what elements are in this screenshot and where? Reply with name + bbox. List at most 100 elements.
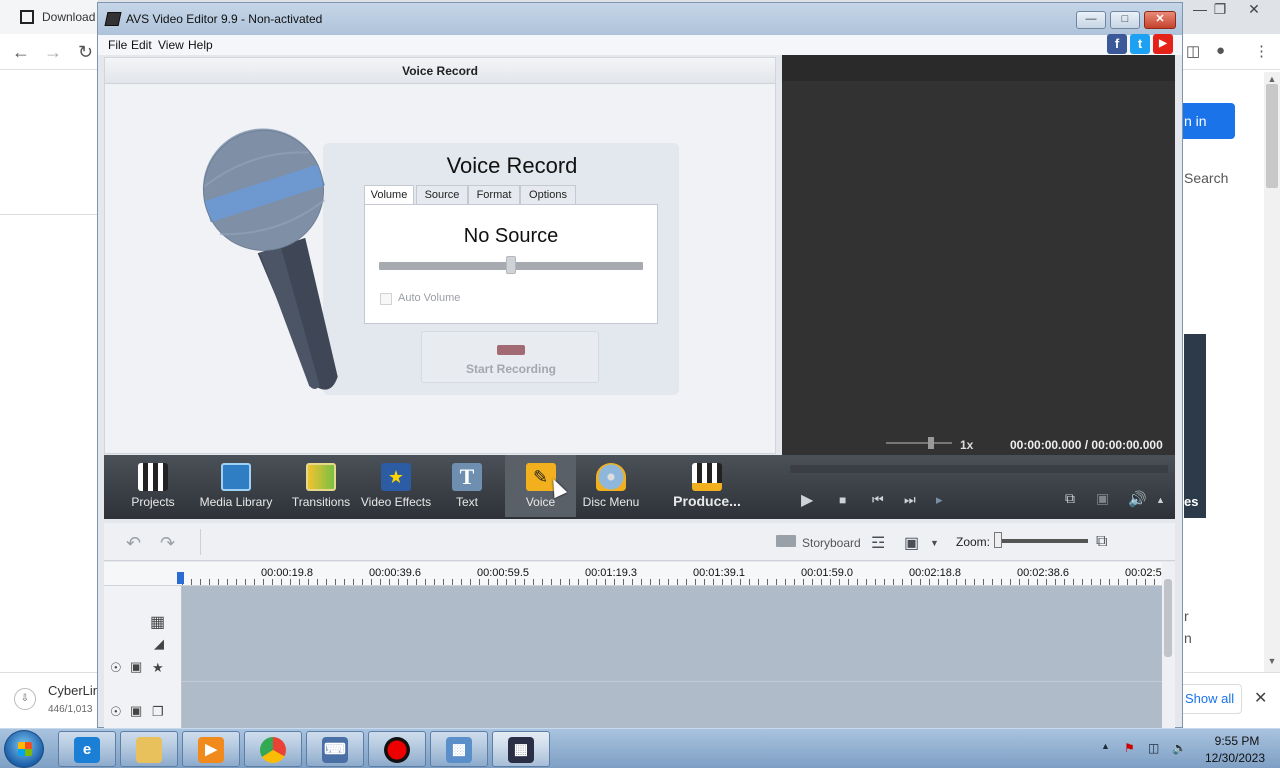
- storyboard-toggle[interactable]: Storyboard: [802, 536, 861, 550]
- audio-mixer-icon[interactable]: ☲: [871, 533, 885, 553]
- eye-icon[interactable]: ☉: [110, 704, 122, 720]
- play-icon[interactable]: ▶: [801, 490, 813, 510]
- scroll-down-icon[interactable]: ▼: [1264, 656, 1280, 666]
- stop-icon[interactable]: ■: [839, 493, 846, 507]
- menu-view[interactable]: View: [158, 38, 184, 52]
- next-frame-icon[interactable]: ⏭: [904, 492, 916, 508]
- menu-file[interactable]: File: [108, 38, 127, 52]
- chrome-icon: [260, 737, 286, 763]
- tab-source[interactable]: Source: [416, 185, 468, 205]
- forward-arrow-icon[interactable]: →: [44, 42, 62, 63]
- browser-scroll-thumb[interactable]: [1266, 84, 1278, 188]
- module-media-library[interactable]: Media Library: [198, 455, 274, 517]
- timeline-ruler[interactable]: 00:00:19.8 00:00:39.6 00:00:59.5 00:01:1…: [104, 562, 1162, 586]
- tray-expand-icon[interactable]: ▲: [1101, 741, 1110, 751]
- tab-options[interactable]: Options: [520, 185, 576, 205]
- module-text[interactable]: T Text: [440, 455, 494, 517]
- track-area[interactable]: [182, 586, 1162, 729]
- browser-restore-icon[interactable]: ❐: [1204, 0, 1236, 20]
- taskbar-media-player[interactable]: ▶: [182, 731, 240, 767]
- module-video-effects[interactable]: ★ Video Effects: [356, 455, 436, 517]
- taskbar-control-panel[interactable]: ▩: [430, 731, 488, 767]
- lock-icon[interactable]: ▣: [130, 703, 142, 719]
- expand-up-icon[interactable]: ▲: [1156, 495, 1165, 505]
- browser-close-icon[interactable]: ✕: [1238, 0, 1270, 20]
- download-name[interactable]: CyberLin: [48, 683, 100, 698]
- track-headers: ▦ ◢ ☉ ▣ ★ ☉ ▣ ❐: [104, 586, 182, 729]
- download-file-icon[interactable]: ⇩: [14, 688, 36, 710]
- volume-slider-thumb[interactable]: [506, 256, 516, 274]
- taskbar-keyboard[interactable]: ⌨: [306, 731, 364, 767]
- taskbar-chrome[interactable]: [244, 731, 302, 767]
- eye-icon[interactable]: ☉: [110, 660, 122, 676]
- chevron-down-icon[interactable]: ▼: [930, 538, 939, 548]
- auto-volume-checkbox[interactable]: [380, 293, 392, 305]
- module-voice[interactable]: ✎ Voice: [505, 455, 576, 517]
- title-bar[interactable]: AVS Video Editor 9.9 - Non-activated — □…: [98, 3, 1182, 35]
- tray-network-icon[interactable]: ◫: [1148, 741, 1159, 755]
- timeline-toolbar: ↶ ↷ Storyboard ☲ ▣ ▼ Zoom: ⧉: [104, 523, 1175, 561]
- redo-icon[interactable]: ↷: [160, 533, 175, 554]
- text-fragment: r: [1184, 608, 1189, 624]
- taskbar-avs-video-editor[interactable]: ▦: [492, 731, 550, 767]
- previous-frame-icon[interactable]: ⏮: [872, 492, 884, 508]
- timeline-scroll-thumb[interactable]: [1164, 579, 1172, 657]
- minimize-button[interactable]: —: [1076, 11, 1106, 29]
- facebook-icon[interactable]: f: [1107, 34, 1127, 54]
- close-button[interactable]: ✕: [1144, 11, 1176, 29]
- avs-video-editor-window: AVS Video Editor 9.9 - Non-activated — □…: [97, 2, 1183, 729]
- step-icon[interactable]: ▸: [936, 492, 943, 508]
- scroll-up-icon[interactable]: ▲: [1264, 74, 1280, 84]
- search-link[interactable]: Search: [1184, 170, 1228, 186]
- media-player-icon: ▶: [198, 737, 224, 763]
- start-recording-button[interactable]: Start Recording: [421, 331, 599, 383]
- thumbnail-card[interactable]: [1184, 334, 1206, 518]
- taskbar-internet-explorer[interactable]: e: [58, 731, 116, 767]
- volume-icon[interactable]: 🔊: [1128, 490, 1147, 508]
- show-all-button[interactable]: Show all: [1178, 684, 1242, 714]
- tray-flag-icon[interactable]: ⚑: [1124, 741, 1135, 755]
- lock-icon[interactable]: ▣: [130, 659, 142, 675]
- seek-bar[interactable]: [790, 465, 1168, 473]
- control-panel-icon: ▩: [446, 737, 472, 763]
- tab-format[interactable]: Format: [468, 185, 520, 205]
- module-produce[interactable]: Produce...: [670, 455, 744, 517]
- start-button[interactable]: [4, 730, 44, 768]
- browser-tab[interactable]: Download: [0, 0, 98, 34]
- speed-slider[interactable]: [886, 442, 952, 444]
- reload-icon[interactable]: ↻: [78, 42, 93, 63]
- maximize-button[interactable]: □: [1110, 11, 1140, 29]
- taskbar-recorder[interactable]: [368, 731, 426, 767]
- storyboard-icon[interactable]: [776, 535, 796, 547]
- module-disc-menu[interactable]: Disc Menu: [578, 455, 644, 517]
- module-label: Voice: [525, 495, 556, 509]
- browser-menu-icon[interactable]: ⋮: [1254, 42, 1269, 60]
- twitter-icon[interactable]: t: [1130, 34, 1150, 54]
- mute-icon[interactable]: ◢: [154, 636, 164, 652]
- speed-slider-thumb[interactable]: [928, 437, 934, 449]
- clock-time[interactable]: 9:55 PM: [1207, 734, 1267, 748]
- profile-icon[interactable]: ●: [1216, 42, 1225, 59]
- tab-volume[interactable]: Volume: [364, 185, 414, 205]
- sign-in-button[interactable]: n in: [1178, 103, 1235, 139]
- clock-date[interactable]: 12/30/2023: [1200, 751, 1270, 765]
- zoom-slider-thumb[interactable]: [994, 532, 1002, 548]
- back-arrow-icon[interactable]: ←: [12, 42, 30, 63]
- tray-volume-muted-icon[interactable]: 🔈: [1172, 741, 1187, 755]
- menu-help[interactable]: Help: [188, 38, 213, 52]
- side-panel-icon[interactable]: ◫: [1186, 42, 1200, 60]
- fit-to-window-icon[interactable]: ⧉: [1096, 533, 1107, 551]
- module-projects[interactable]: Projects: [118, 455, 188, 517]
- snapshot-icon[interactable]: ▣: [1096, 490, 1109, 507]
- youtube-icon[interactable]: ▶: [1153, 34, 1173, 54]
- playhead-marker[interactable]: [177, 572, 184, 584]
- zoom-slider[interactable]: [996, 539, 1088, 543]
- taskbar-file-explorer[interactable]: [120, 731, 178, 767]
- produce-icon: [692, 463, 722, 491]
- close-download-bar-icon[interactable]: ✕: [1254, 688, 1267, 708]
- fullscreen-icon[interactable]: ⧉: [1065, 490, 1075, 507]
- undo-icon[interactable]: ↶: [126, 533, 141, 554]
- menu-edit[interactable]: Edit: [131, 38, 152, 52]
- display-mode-icon[interactable]: ▣: [904, 533, 919, 553]
- module-transitions[interactable]: Transitions: [284, 455, 358, 517]
